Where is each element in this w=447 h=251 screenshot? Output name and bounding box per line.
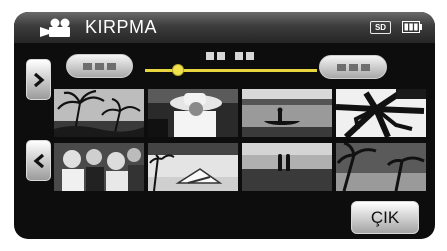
trim-end-marker-button[interactable] bbox=[319, 55, 387, 79]
chevron-left-icon bbox=[33, 153, 45, 169]
page-title: KIRPMA bbox=[85, 17, 158, 37]
thumbnail-palm-trees[interactable] bbox=[54, 89, 144, 137]
trim-timeline-bar[interactable] bbox=[145, 69, 317, 72]
thumbnail-group-of-people[interactable] bbox=[54, 143, 144, 191]
chevron-right-icon bbox=[33, 72, 45, 88]
next-page-button[interactable] bbox=[26, 59, 51, 100]
title-bar: KIRPMA SD bbox=[14, 12, 435, 43]
timecode-digit bbox=[246, 52, 254, 60]
timeline-position-knob[interactable] bbox=[171, 64, 184, 76]
previous-page-button[interactable] bbox=[26, 140, 51, 181]
timecode-digit bbox=[206, 52, 214, 60]
trim-start-marker-button[interactable] bbox=[66, 54, 133, 78]
marker-segment bbox=[107, 62, 116, 70]
marker-segment bbox=[348, 63, 358, 71]
marker-segment bbox=[360, 63, 370, 71]
thumbnail-canoe-on-water[interactable] bbox=[242, 89, 332, 137]
sd-card-badge: SD bbox=[370, 21, 391, 34]
timecode-digit bbox=[235, 52, 243, 60]
marker-segment bbox=[95, 62, 104, 70]
timecode-blocks-icon bbox=[206, 52, 254, 60]
thumbnail-palm-fronds[interactable] bbox=[336, 89, 426, 137]
exit-button[interactable]: ÇIK bbox=[351, 201, 419, 234]
thumbnail-beach-chair[interactable] bbox=[148, 143, 238, 191]
battery-full-icon bbox=[402, 21, 422, 33]
trim-end-marker-icon bbox=[336, 63, 346, 71]
video-camera-icon bbox=[40, 18, 70, 37]
timecode-digit bbox=[217, 52, 225, 60]
camera-screen: KIRPMA SD ÇIK bbox=[14, 12, 435, 239]
trim-start-marker-icon bbox=[83, 62, 92, 70]
thumbnail-palm-silhouette[interactable] bbox=[336, 143, 426, 191]
thumbnail-person-in-hat[interactable] bbox=[148, 89, 238, 137]
timecode-separator bbox=[228, 52, 232, 60]
thumbnail-couple-at-sunset[interactable] bbox=[242, 143, 332, 191]
